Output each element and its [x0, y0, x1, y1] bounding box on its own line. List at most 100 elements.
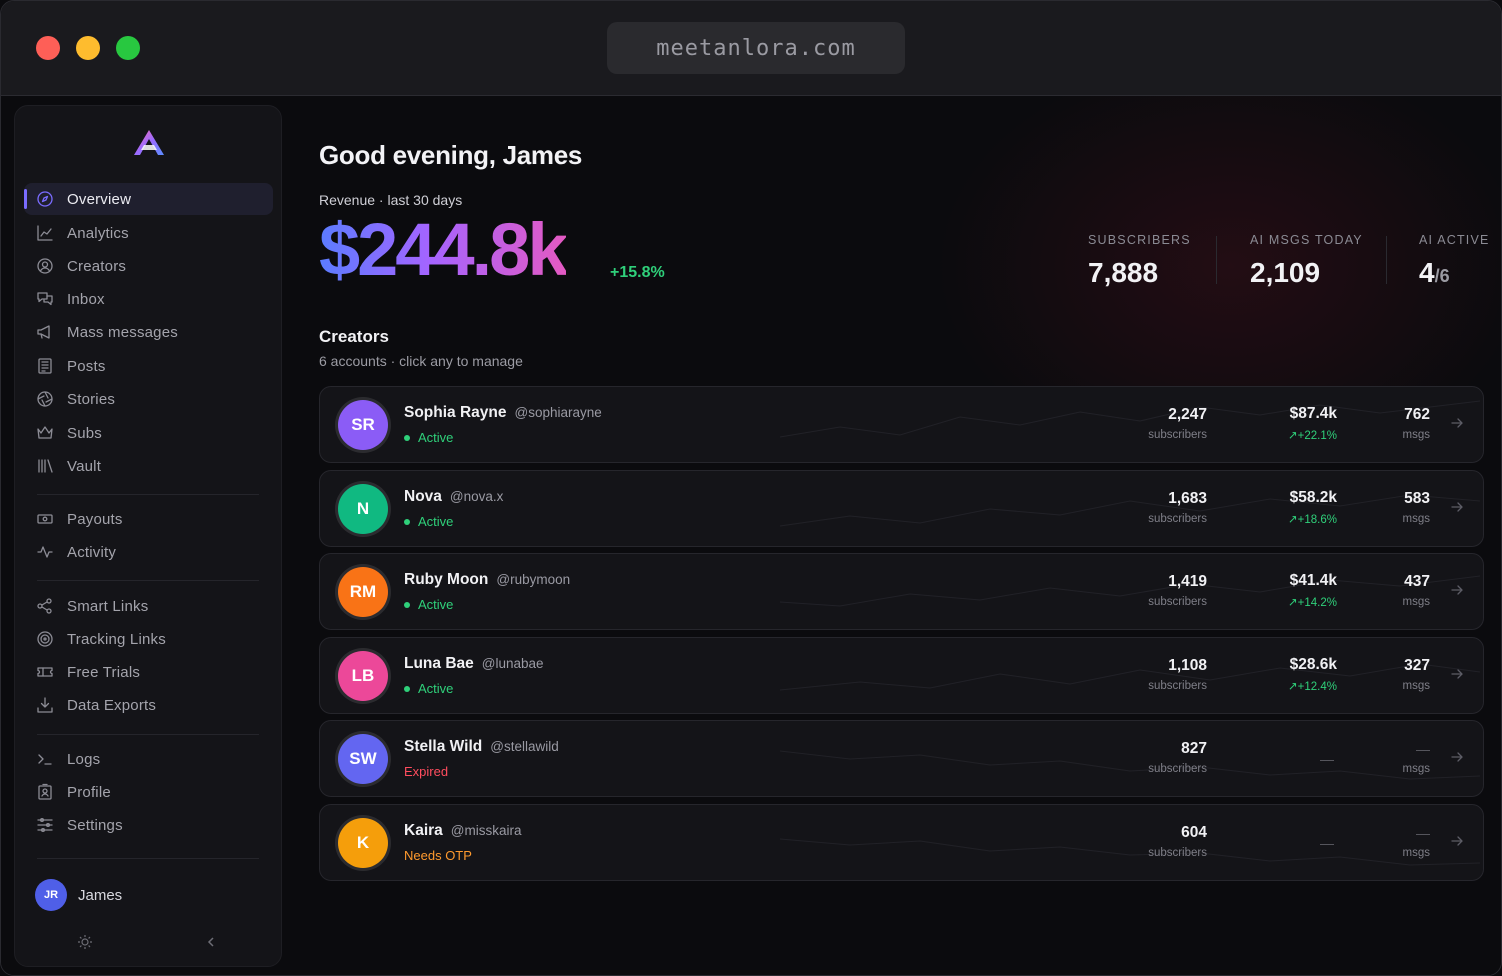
sidebar-item-smart-links[interactable]: Smart Links [24, 590, 273, 622]
status-text: Active [418, 514, 454, 529]
user-profile[interactable]: JR James [35, 879, 122, 911]
trending-up-icon: ↗ [1288, 597, 1298, 609]
sidebar-item-settings[interactable]: Settings [24, 809, 273, 841]
chevron-left-icon[interactable] [203, 934, 219, 950]
subscribers-value: 1,683 [1168, 490, 1207, 507]
sidebar-item-label: Payouts [67, 510, 123, 528]
arrow-right-icon[interactable] [1450, 834, 1464, 848]
crown-icon [36, 424, 54, 442]
trending-up-icon: ↗ [1288, 681, 1298, 693]
sun-icon[interactable] [77, 934, 93, 950]
creator-growth: ↗+22.1% [1288, 428, 1337, 442]
ticket-icon [36, 663, 54, 681]
creator-name: Nova @nova.x [404, 488, 503, 506]
status-dot [404, 518, 410, 525]
sidebar-item-free-trials[interactable]: Free Trials [24, 656, 273, 688]
creator-display-name: Stella Wild [404, 738, 483, 755]
sidebar: Overview Analytics Creators Inbox Mass messa… [14, 105, 282, 967]
msgs-value: 583 [1404, 490, 1430, 507]
status-text: Active [418, 681, 454, 696]
subscribers-value: 827 [1181, 740, 1207, 757]
stat-divider [1216, 236, 1217, 284]
sidebar-item-profile[interactable]: Profile [24, 776, 273, 808]
app-logo[interactable] [131, 128, 167, 158]
sidebar-item-label: Data Exports [67, 696, 157, 714]
sidebar-item-activity[interactable]: Activity [24, 536, 273, 568]
sidebar-item-label: Overview [67, 190, 132, 208]
arrow-right-icon[interactable] [1450, 583, 1464, 597]
trending-up-icon: ↗ [1288, 514, 1298, 526]
download-icon [36, 696, 54, 714]
arrow-right-icon[interactable] [1450, 750, 1464, 764]
aperture-icon [36, 390, 54, 408]
close-window-button[interactable] [36, 36, 60, 60]
creator-display-name: Nova [404, 488, 442, 505]
sidebar-item-payouts[interactable]: Payouts [24, 503, 273, 535]
subscribers-value: 604 [1181, 824, 1207, 841]
creator-card[interactable]: K Kaira @misskaira Needs OTP 604 subscribers m… [319, 804, 1484, 881]
subscribers-metric: 1,683 subscribers [1148, 490, 1207, 525]
activity-icon [36, 543, 54, 561]
arrow-right-icon[interactable] [1450, 667, 1464, 681]
address-bar[interactable]: meetanlora.com [607, 22, 905, 74]
sidebar-item-stories[interactable]: Stories [24, 383, 273, 415]
creator-card[interactable]: N Nova @nova.x Active 1,683 subscribers $58.2k… [319, 470, 1484, 547]
sidebar-item-creators[interactable]: Creators [24, 250, 273, 282]
sidebar-item-label: Creators [67, 257, 127, 275]
sidebar-item-label: Inbox [67, 290, 105, 308]
msgs-value: 437 [1404, 573, 1430, 590]
sidebar-item-data-exports[interactable]: Data Exports [24, 689, 273, 721]
creator-display-name: Luna Bae [404, 655, 474, 672]
minimize-window-button[interactable] [76, 36, 100, 60]
sidebar-item-posts[interactable]: Posts [24, 350, 273, 382]
maximize-window-button[interactable] [116, 36, 140, 60]
stat-label: SUBSCRIBERS [1088, 233, 1191, 247]
sidebar-item-label: Tracking Links [67, 630, 166, 648]
msgs-value: 327 [1404, 657, 1430, 674]
sidebar-item-subs[interactable]: Subs [24, 417, 273, 449]
arrow-right-icon[interactable] [1450, 416, 1464, 430]
sidebar-item-label: Logs [67, 750, 101, 768]
sidebar-divider [37, 580, 259, 581]
creator-card[interactable]: RM Ruby Moon @rubymoon Active 1,419 subscribe… [319, 553, 1484, 630]
creator-display-name: Sophia Rayne [404, 404, 507, 421]
stat-label: AI ACTIVE [1419, 233, 1490, 247]
subscribers-value: 2,247 [1168, 406, 1207, 423]
msgs-empty-dash [1416, 834, 1430, 835]
stat-value-number: 4 [1419, 257, 1435, 288]
status-badge: Active [404, 597, 453, 612]
creator-card[interactable]: LB Luna Bae @lunabae Active 1,108 subscribers… [319, 637, 1484, 714]
subscribers-metric: 827 subscribers [1148, 740, 1207, 775]
sidebar-item-logs[interactable]: Logs [24, 743, 273, 775]
sidebar-item-mass-messages[interactable]: Mass messages [24, 316, 273, 348]
subscribers-label: subscribers [1148, 680, 1207, 692]
creator-handle: @sophiarayne [514, 405, 602, 420]
sidebar-item-label: Activity [67, 543, 117, 561]
msgs-empty-dash [1416, 750, 1430, 751]
creator-revenue: $41.4k [1289, 572, 1337, 589]
sidebar-item-vault[interactable]: Vault [24, 450, 273, 482]
sidebar-item-overview[interactable]: Overview [24, 183, 273, 215]
creators-section-subtitle: 6 accounts · click any to manage [319, 353, 523, 369]
arrow-right-icon[interactable] [1450, 500, 1464, 514]
badge-icon [36, 783, 54, 801]
sidebar-item-analytics[interactable]: Analytics [24, 217, 273, 249]
avatar: N [338, 484, 388, 534]
stat-divider [1386, 236, 1387, 284]
library-icon [36, 457, 54, 475]
creator-name: Ruby Moon @rubymoon [404, 571, 570, 589]
compass-icon [36, 190, 54, 208]
sidebar-item-inbox[interactable]: Inbox [24, 283, 273, 315]
sidebar-item-tracking-links[interactable]: Tracking Links [24, 623, 273, 655]
subscribers-label: subscribers [1148, 763, 1207, 775]
status-text: Active [418, 597, 454, 612]
status-text: Needs OTP [404, 848, 472, 863]
msgs-label: msgs [1402, 513, 1430, 525]
creator-card[interactable]: SW Stella Wild @stellawild Expired 827 subscr… [319, 720, 1484, 797]
creator-display-name: Ruby Moon [404, 571, 489, 588]
creator-card[interactable]: SR Sophia Rayne @sophiarayne Active 2,247 sub… [319, 386, 1484, 463]
sparkline-chart [780, 400, 1480, 438]
sidebar-item-label: Settings [67, 816, 123, 834]
target-icon [36, 630, 54, 648]
status-dot [404, 434, 410, 441]
